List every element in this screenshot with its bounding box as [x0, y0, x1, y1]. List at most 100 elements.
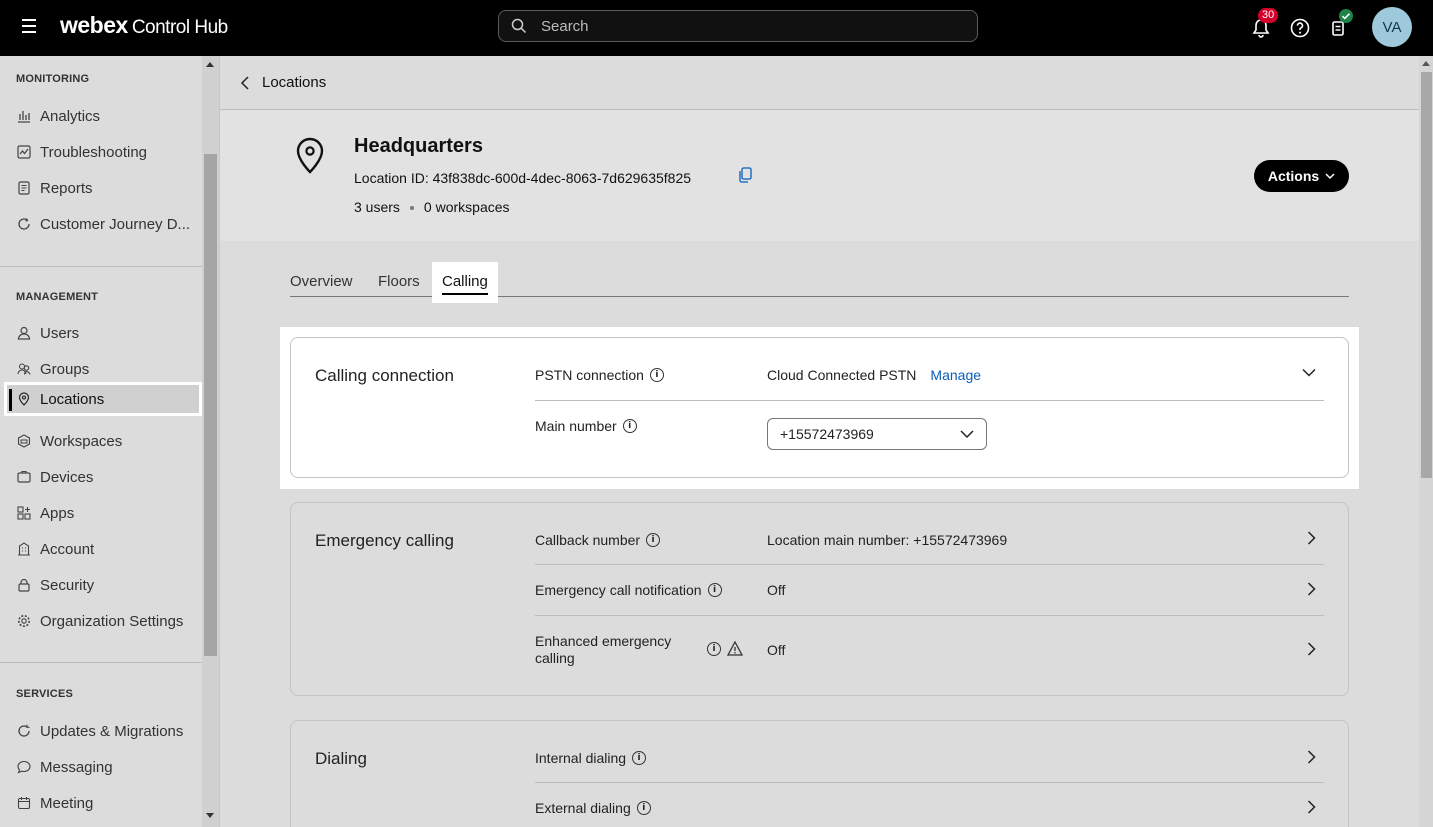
info-icon[interactable]: i	[707, 642, 721, 656]
user-icon	[16, 325, 32, 341]
chevron-down-icon[interactable]	[1302, 368, 1316, 377]
tab-overview[interactable]: Overview	[290, 265, 353, 297]
sidebar-item-security[interactable]: Security	[16, 568, 198, 602]
manage-link[interactable]: Manage	[930, 367, 981, 383]
tab-bar: Overview Floors Calling	[290, 262, 1349, 303]
workspaces-icon	[16, 433, 32, 449]
card-title: Calling connection	[315, 366, 454, 385]
sidebar-item-updates-migrations[interactable]: Updates & Migrations	[16, 714, 198, 748]
groups-icon	[16, 361, 32, 377]
chevron-right-icon[interactable]	[1307, 800, 1316, 814]
chevron-right-icon[interactable]	[1307, 582, 1316, 596]
status-check-icon	[1339, 9, 1353, 23]
main-number-row: Main number i +15572473969	[535, 401, 1324, 477]
main-scroll-thumb[interactable]	[1421, 72, 1432, 478]
sidebar-item-account[interactable]: Account	[16, 532, 198, 566]
scroll-down-arrow-icon[interactable]	[206, 813, 214, 818]
sidebar-item-reports[interactable]: Reports	[16, 171, 198, 205]
scroll-up-arrow-icon[interactable]	[1422, 61, 1430, 66]
sidebar-item-analytics[interactable]: Analytics	[16, 99, 198, 133]
sidebar-item-locations[interactable]: Locations	[4, 382, 202, 416]
sidebar-item-messaging[interactable]: Messaging	[16, 750, 198, 784]
refresh-icon	[16, 723, 32, 739]
gear-icon	[16, 613, 32, 629]
scroll-up-arrow-icon[interactable]	[206, 62, 214, 67]
message-icon	[16, 759, 32, 775]
analytics-icon	[16, 108, 32, 124]
journey-icon	[16, 216, 32, 232]
menu-icon[interactable]	[22, 19, 38, 35]
sidebar-divider	[0, 266, 202, 267]
notification-badge: 30	[1258, 8, 1279, 23]
search-box[interactable]	[498, 10, 978, 42]
info-icon[interactable]: i	[632, 751, 647, 765]
top-bar: webexControl Hub 30 VA	[0, 0, 1433, 56]
calendar-icon	[16, 795, 32, 811]
sidebar-item-meeting[interactable]: Meeting	[16, 786, 198, 820]
chevron-right-icon[interactable]	[1307, 750, 1316, 764]
sidebar-divider	[0, 662, 202, 663]
sidebar-item-customer-journey[interactable]: Customer Journey D...	[16, 207, 198, 241]
search-input[interactable]	[541, 17, 941, 35]
sidebar-item-organization-settings[interactable]: Organization Settings	[16, 604, 198, 638]
chevron-down-icon	[1325, 172, 1335, 179]
help-icon[interactable]	[1289, 17, 1311, 39]
callback-number-row[interactable]: Callback number i Location main number: +…	[535, 503, 1324, 565]
warning-icon	[727, 641, 743, 656]
section-heading-monitoring: MONITORING	[16, 73, 90, 85]
internal-dialing-row[interactable]: Internal dialing i	[535, 721, 1324, 783]
card-title: Emergency calling	[315, 531, 454, 550]
sidebar-scroll-thumb[interactable]	[204, 154, 217, 656]
location-header: Headquarters Location ID: 43f838dc-600d-…	[220, 110, 1419, 241]
card-title: Dialing	[315, 749, 367, 768]
info-icon[interactable]: i	[622, 419, 637, 433]
section-heading-services: SERVICES	[16, 688, 74, 700]
location-counts: 3 users 0 workspaces	[354, 199, 510, 215]
sidebar-item-devices[interactable]: Devices	[16, 460, 198, 494]
sidebar-item-users[interactable]: Users	[16, 316, 198, 350]
troubleshooting-icon	[16, 144, 32, 160]
info-icon[interactable]: i	[649, 368, 664, 382]
location-pin-icon	[16, 391, 32, 407]
copy-icon[interactable]	[738, 167, 752, 183]
lock-icon	[16, 577, 32, 593]
pstn-value: Cloud Connected PSTN	[767, 367, 917, 383]
pstn-connection-row[interactable]: PSTN connection i Cloud Connected PSTN Man…	[535, 338, 1324, 401]
workspaces-count: 0 workspaces	[423, 199, 510, 215]
external-dialing-row[interactable]: External dialing i	[535, 783, 1324, 827]
actions-button[interactable]: Actions	[1254, 160, 1349, 192]
sidebar-item-troubleshooting[interactable]: Troubleshooting	[16, 135, 198, 169]
account-icon	[16, 541, 32, 557]
info-icon[interactable]: i	[636, 801, 651, 815]
chevron-down-icon	[960, 430, 974, 439]
info-icon[interactable]: i	[646, 533, 661, 547]
emergency-calling-card: Emergency calling Callback number i Locat…	[290, 502, 1349, 696]
dialing-card: Dialing Internal dialing i External diali…	[290, 720, 1349, 827]
reports-icon	[16, 180, 32, 196]
section-heading-management: MANAGEMENT	[16, 291, 99, 303]
search-icon	[511, 18, 527, 34]
chevron-right-icon[interactable]	[1307, 531, 1316, 545]
users-count: 3 users	[354, 199, 400, 215]
brand-logo: webex Control Hub	[60, 12, 228, 38]
info-icon[interactable]: i	[707, 583, 722, 597]
location-pin-icon	[296, 137, 324, 174]
calling-connection-card: Calling connection PSTN connection i Clou…	[290, 337, 1349, 478]
tab-calling[interactable]: Calling	[432, 262, 498, 303]
sidebar-item-apps[interactable]: Apps	[16, 496, 198, 530]
breadcrumb-back-link[interactable]: Locations	[262, 74, 326, 91]
sidebar-item-groups[interactable]: Groups	[16, 352, 198, 386]
breadcrumb[interactable]: Locations	[220, 56, 1419, 110]
sidebar: MONITORING Analytics Troubleshooting Rep…	[0, 56, 202, 827]
sidebar-item-workspaces[interactable]: Workspaces	[16, 424, 198, 458]
devices-icon	[16, 469, 32, 485]
page-title: Headquarters	[354, 135, 483, 157]
main-number-select[interactable]: +15572473969	[767, 418, 987, 450]
apps-icon	[16, 505, 32, 521]
emergency-notification-row[interactable]: Emergency call notification i Off	[535, 565, 1324, 616]
chevron-right-icon[interactable]	[1307, 642, 1316, 656]
chevron-left-icon[interactable]	[240, 75, 250, 90]
avatar[interactable]: VA	[1372, 7, 1412, 47]
enhanced-emergency-row[interactable]: Enhanced emergency calling i Off	[535, 616, 1324, 695]
tab-floors[interactable]: Floors	[378, 265, 420, 297]
